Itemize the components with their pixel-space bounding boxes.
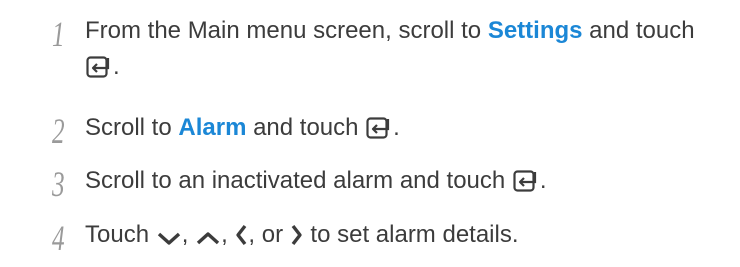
step-text-segment: , or xyxy=(248,221,290,248)
step-text: Scroll to an inactivated alarm and touch… xyxy=(85,164,730,198)
down-arrow-icon xyxy=(157,230,181,246)
instruction-steps: 1 From the Main menu screen, scroll to S… xyxy=(0,0,740,267)
step-text-segment: . xyxy=(393,114,400,141)
step-text-segment: to set alarm details. xyxy=(303,221,519,248)
enter-icon xyxy=(366,117,392,139)
step-text-segment: From the Main menu screen, scroll to xyxy=(85,17,488,44)
step-text-segment: Touch xyxy=(85,221,156,248)
alarm-keyword: Alarm xyxy=(178,114,247,141)
step-text-segment: , xyxy=(221,221,235,248)
up-arrow-icon xyxy=(196,230,220,246)
enter-icon xyxy=(86,56,112,78)
step-number: 1 xyxy=(52,14,65,54)
step-text-segment: and touch xyxy=(582,17,695,44)
settings-keyword: Settings xyxy=(487,17,583,44)
step-number: 3 xyxy=(52,164,65,204)
step-text-segment: and touch xyxy=(246,114,366,141)
step-text-segment: . xyxy=(539,167,547,194)
step-text: Scroll to Alarm and touch . xyxy=(85,111,730,145)
step-text-segment: , xyxy=(181,221,196,248)
step-number: 4 xyxy=(52,218,65,258)
step-text-segment: Scroll to xyxy=(85,114,179,141)
step-text: Touch , , , or to set alarm details. xyxy=(85,218,730,252)
step-text: From the Main menu screen, scroll to Set… xyxy=(85,14,730,48)
step-text-segment: Scroll to an inactivated alarm and touch xyxy=(85,167,512,194)
step-text-continued: . xyxy=(85,50,730,84)
left-arrow-icon xyxy=(235,224,247,246)
right-arrow-icon xyxy=(291,224,303,246)
step-text-segment: . xyxy=(113,53,120,80)
enter-icon xyxy=(513,170,539,192)
step-number: 2 xyxy=(52,111,65,151)
